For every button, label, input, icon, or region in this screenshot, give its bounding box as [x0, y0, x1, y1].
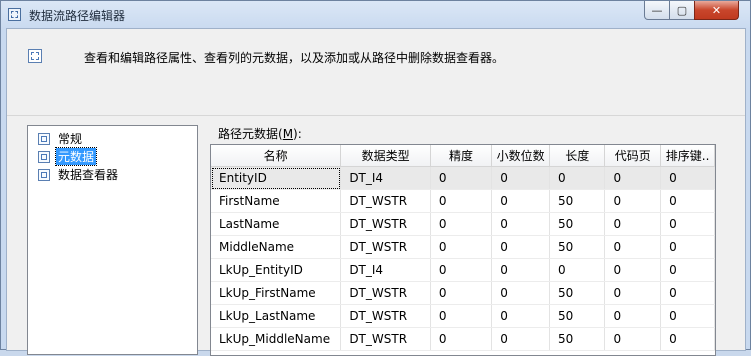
path-editor-icon	[28, 49, 42, 63]
table-row[interactable]: LkUp_FirstName DT_WSTR 0 0 50 0 0	[211, 281, 715, 305]
table-row[interactable]: LkUp_MiddleName DT_WSTR 0 0 50 0 0	[211, 327, 715, 351]
cell-scale[interactable]: 0	[491, 304, 551, 328]
cell-code-page[interactable]: 0	[604, 258, 662, 282]
cell-code-page[interactable]: 0	[604, 166, 662, 190]
cell-precision[interactable]: 0	[430, 189, 493, 213]
column-header-name[interactable]: 名称	[211, 145, 342, 167]
tree-item-metadata[interactable]: 元数据	[38, 147, 98, 166]
cell-code-page[interactable]: 0	[604, 304, 662, 328]
cell-name[interactable]: FirstName	[211, 189, 342, 213]
data-viewer-icon	[38, 168, 50, 181]
cell-precision[interactable]: 0	[430, 258, 493, 282]
cell-data-type[interactable]: DT_WSTR	[340, 235, 431, 259]
metadata-icon	[38, 150, 50, 163]
cell-sort-key[interactable]: 0	[660, 258, 715, 282]
cell-name[interactable]: LkUp_MiddleName	[211, 327, 342, 351]
cell-code-page[interactable]: 0	[604, 212, 662, 236]
dialog-window: 数据流路径编辑器 — ▢ ✕ 查看和编辑路径属性、查看列的元数据，以及添加或从路…	[0, 0, 751, 356]
cell-code-page[interactable]: 0	[604, 235, 662, 259]
cell-sort-key[interactable]: 0	[660, 235, 715, 259]
cell-length[interactable]: 50	[549, 235, 606, 259]
dialog-body: 查看和编辑路径属性、查看列的元数据，以及添加或从路径中删除数据查看器。 常规 元…	[6, 28, 746, 356]
cell-name[interactable]: EntityID	[211, 166, 342, 190]
cell-scale[interactable]: 0	[491, 281, 551, 305]
cell-data-type[interactable]: DT_WSTR	[340, 281, 431, 305]
cell-scale[interactable]: 0	[491, 235, 551, 259]
cell-precision[interactable]: 0	[430, 166, 493, 190]
column-header-data-type[interactable]: 数据类型	[340, 145, 431, 167]
minimize-button[interactable]: —	[644, 1, 670, 20]
cell-name[interactable]: MiddleName	[211, 235, 342, 259]
cell-length[interactable]: 50	[549, 281, 606, 305]
cell-data-type[interactable]: DT_I4	[340, 166, 431, 190]
cell-length[interactable]: 50	[549, 327, 606, 351]
column-header-sort-key[interactable]: 排序键..	[660, 145, 715, 167]
cell-precision[interactable]: 0	[430, 327, 493, 351]
metadata-grid[interactable]: 名称 数据类型 精度 小数位数 长度 代码页 排序键.. EntityID DT…	[210, 144, 716, 356]
path-metadata-label: 路径元数据(M):	[218, 127, 302, 141]
cell-name[interactable]: LkUp_EntityID	[211, 258, 342, 282]
cell-sort-key[interactable]: 0	[660, 327, 715, 351]
title-bar[interactable]: 数据流路径编辑器 — ▢ ✕	[1, 1, 750, 29]
cell-sort-key[interactable]: 0	[660, 212, 715, 236]
cell-data-type[interactable]: DT_WSTR	[340, 212, 431, 236]
header-band: 查看和编辑路径属性、查看列的元数据，以及添加或从路径中删除数据查看器。	[7, 29, 745, 116]
cell-precision[interactable]: 0	[430, 235, 493, 259]
cell-scale[interactable]: 0	[491, 189, 551, 213]
cell-data-type[interactable]: DT_WSTR	[340, 327, 431, 351]
tree-item-label: 数据查看器	[58, 168, 119, 182]
app-icon	[8, 8, 21, 21]
cell-precision[interactable]: 0	[430, 212, 493, 236]
cell-length[interactable]: 0	[549, 166, 606, 190]
column-header-code-page[interactable]: 代码页	[604, 145, 662, 167]
table-row[interactable]: MiddleName DT_WSTR 0 0 50 0 0	[211, 235, 715, 259]
header-description: 查看和编辑路径属性、查看列的元数据，以及添加或从路径中删除数据查看器。	[84, 51, 505, 65]
general-icon	[38, 132, 50, 145]
cell-length[interactable]: 50	[549, 304, 606, 328]
cell-code-page[interactable]: 0	[604, 281, 662, 305]
cell-name[interactable]: LkUp_LastName	[211, 304, 342, 328]
cell-scale[interactable]: 0	[491, 212, 551, 236]
cell-data-type[interactable]: DT_WSTR	[340, 304, 431, 328]
tree-item-general[interactable]: 常规	[38, 130, 84, 147]
cell-name[interactable]: LastName	[211, 212, 342, 236]
column-header-precision[interactable]: 精度	[430, 145, 493, 167]
cell-sort-key[interactable]: 0	[660, 281, 715, 305]
column-header-length[interactable]: 长度	[549, 145, 606, 167]
cell-sort-key[interactable]: 0	[660, 189, 715, 213]
table-row[interactable]: LastName DT_WSTR 0 0 50 0 0	[211, 212, 715, 236]
cell-precision[interactable]: 0	[430, 304, 493, 328]
page-tree: 常规 元数据 数据查看器	[27, 125, 198, 355]
tree-item-label: 元数据	[54, 147, 98, 166]
cell-sort-key[interactable]: 0	[660, 166, 715, 190]
table-row[interactable]: LkUp_LastName DT_WSTR 0 0 50 0 0	[211, 304, 715, 328]
cell-code-page[interactable]: 0	[604, 327, 662, 351]
cell-code-page[interactable]: 0	[604, 189, 662, 213]
table-row[interactable]: EntityID DT_I4 0 0 0 0 0	[211, 166, 715, 190]
table-row[interactable]: FirstName DT_WSTR 0 0 50 0 0	[211, 189, 715, 213]
cell-scale[interactable]: 0	[491, 258, 551, 282]
cell-scale[interactable]: 0	[491, 166, 551, 190]
window-title: 数据流路径编辑器	[29, 9, 126, 23]
cell-data-type[interactable]: DT_I4	[340, 258, 431, 282]
close-button[interactable]: ✕	[694, 1, 739, 20]
table-row[interactable]: LkUp_EntityID DT_I4 0 0 0 0 0	[211, 258, 715, 282]
tree-item-label: 常规	[58, 132, 83, 146]
cell-length[interactable]: 0	[549, 258, 606, 282]
tree-item-data-viewers[interactable]: 数据查看器	[38, 166, 120, 183]
maximize-button[interactable]: ▢	[669, 1, 695, 20]
cell-length[interactable]: 50	[549, 189, 606, 213]
cell-data-type[interactable]: DT_WSTR	[340, 189, 431, 213]
column-header-scale[interactable]: 小数位数	[491, 145, 551, 167]
cell-scale[interactable]: 0	[491, 327, 551, 351]
grid-header-row: 名称 数据类型 精度 小数位数 长度 代码页 排序键..	[211, 145, 715, 167]
cell-name[interactable]: LkUp_FirstName	[211, 281, 342, 305]
cell-length[interactable]: 50	[549, 212, 606, 236]
cell-sort-key[interactable]: 0	[660, 304, 715, 328]
cell-precision[interactable]: 0	[430, 281, 493, 305]
